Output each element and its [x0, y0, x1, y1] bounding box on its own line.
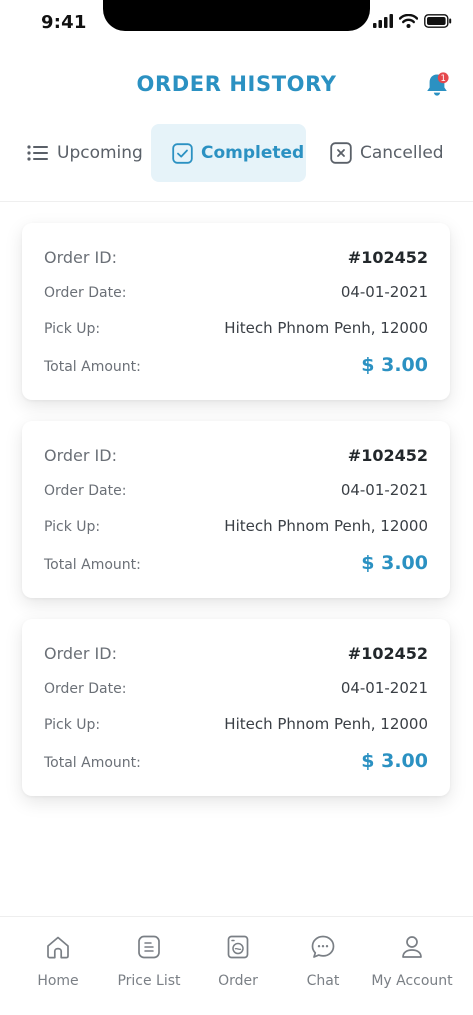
total-amount-row: Total Amount: $ 3.00	[44, 750, 428, 772]
bottom-navigation: Home Price List Order Chat My Account	[0, 916, 473, 1015]
order-status-tabs: Upcoming Completed Cancelled	[0, 124, 473, 184]
order-id-label: Order ID:	[44, 248, 117, 267]
nav-order-label: Order	[218, 973, 258, 989]
total-amount-value: $ 3.00	[361, 750, 428, 772]
order-id-value: #102452	[347, 248, 428, 267]
order-card[interactable]: Order ID: #102452 Order Date: 04-01-2021…	[22, 619, 450, 796]
tab-completed-label: Completed	[201, 143, 305, 163]
order-date-value: 04-01-2021	[340, 283, 428, 301]
tabs-divider	[0, 201, 473, 202]
pick-up-value: Hitech Phnom Penh, 12000	[224, 517, 428, 535]
check-square-icon	[172, 142, 193, 164]
total-amount-value: $ 3.00	[361, 552, 428, 574]
nav-chat-label: Chat	[306, 973, 340, 989]
total-amount-label: Total Amount:	[44, 359, 141, 375]
order-date-label: Order Date:	[44, 483, 127, 499]
pick-up-row: Pick Up: Hitech Phnom Penh, 12000	[44, 517, 428, 535]
user-icon	[402, 936, 422, 958]
tab-cancelled-label: Cancelled	[360, 143, 444, 163]
home-icon	[47, 936, 69, 959]
notification-button[interactable]: 1	[423, 71, 451, 99]
battery-icon	[424, 14, 452, 28]
total-amount-value: $ 3.00	[361, 354, 428, 376]
pick-up-value: Hitech Phnom Penh, 12000	[224, 715, 428, 733]
status-time: 9:41	[41, 12, 87, 33]
nav-price-list[interactable]: Price List	[104, 933, 194, 989]
total-amount-label: Total Amount:	[44, 755, 141, 771]
order-id-label: Order ID:	[44, 446, 117, 465]
status-icons	[373, 14, 452, 28]
nav-order[interactable]: Order	[193, 933, 283, 989]
total-amount-row: Total Amount: $ 3.00	[44, 552, 428, 574]
nav-my-account-label: My Account	[371, 973, 453, 989]
order-date-label: Order Date:	[44, 681, 127, 697]
order-id-value: #102452	[347, 446, 428, 465]
list-icon	[27, 145, 48, 161]
total-amount-label: Total Amount:	[44, 557, 141, 573]
device-notch	[103, 0, 370, 31]
order-id-row: Order ID: #102452	[44, 248, 428, 267]
order-id-row: Order ID: #102452	[44, 644, 428, 663]
page-title: ORDER HISTORY	[136, 72, 337, 96]
tab-cancelled[interactable]: Cancelled	[330, 124, 444, 182]
pick-up-label: Pick Up:	[44, 519, 101, 535]
nav-price-list-label: Price List	[117, 973, 181, 989]
order-id-value: #102452	[347, 644, 428, 663]
order-icon	[227, 935, 249, 959]
order-date-value: 04-01-2021	[340, 679, 428, 697]
pick-up-label: Pick Up:	[44, 321, 101, 337]
nav-my-account[interactable]: My Account	[367, 933, 457, 989]
nav-home[interactable]: Home	[13, 933, 103, 989]
order-card[interactable]: Order ID: #102452 Order Date: 04-01-2021…	[22, 421, 450, 598]
order-date-row: Order Date: 04-01-2021	[44, 481, 428, 499]
status-bar: 9:41	[0, 0, 473, 46]
chat-icon	[311, 935, 335, 958]
tab-completed[interactable]: Completed	[151, 124, 306, 182]
order-id-row: Order ID: #102452	[44, 446, 428, 465]
pick-up-row: Pick Up: Hitech Phnom Penh, 12000	[44, 319, 428, 337]
tab-upcoming-label: Upcoming	[57, 143, 143, 163]
price-list-icon	[138, 935, 160, 959]
pick-up-value: Hitech Phnom Penh, 12000	[224, 319, 428, 337]
order-date-value: 04-01-2021	[340, 481, 428, 499]
nav-home-label: Home	[37, 973, 79, 989]
total-amount-row: Total Amount: $ 3.00	[44, 354, 428, 376]
notification-badge-count: 1	[440, 74, 445, 84]
pick-up-label: Pick Up:	[44, 717, 101, 733]
pick-up-row: Pick Up: Hitech Phnom Penh, 12000	[44, 715, 428, 733]
order-date-row: Order Date: 04-01-2021	[44, 283, 428, 301]
order-date-row: Order Date: 04-01-2021	[44, 679, 428, 697]
tab-upcoming[interactable]: Upcoming	[27, 124, 143, 182]
order-id-label: Order ID:	[44, 644, 117, 663]
order-date-label: Order Date:	[44, 285, 127, 301]
x-square-icon	[330, 142, 352, 164]
order-card[interactable]: Order ID: #102452 Order Date: 04-01-2021…	[22, 223, 450, 400]
wifi-icon	[399, 14, 418, 28]
signal-icon	[373, 14, 393, 28]
nav-chat[interactable]: Chat	[278, 933, 368, 989]
bell-icon: 1	[427, 72, 449, 96]
